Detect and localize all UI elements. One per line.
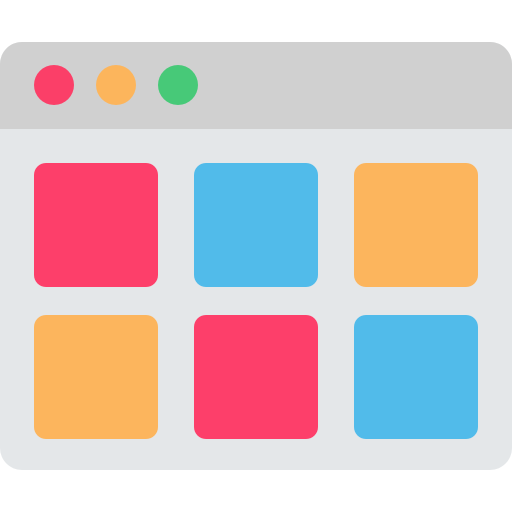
minimize-dot-icon[interactable] <box>96 65 136 105</box>
grid-tile-2[interactable] <box>194 163 318 287</box>
maximize-dot-icon[interactable] <box>158 65 198 105</box>
grid-content <box>0 129 512 470</box>
grid-tile-3[interactable] <box>354 163 478 287</box>
grid-tile-6[interactable] <box>354 315 478 439</box>
title-bar[interactable] <box>0 42 512 129</box>
close-dot-icon[interactable] <box>34 65 74 105</box>
grid-tile-1[interactable] <box>34 163 158 287</box>
browser-window <box>0 42 512 470</box>
grid-tile-4[interactable] <box>34 315 158 439</box>
grid-tile-5[interactable] <box>194 315 318 439</box>
